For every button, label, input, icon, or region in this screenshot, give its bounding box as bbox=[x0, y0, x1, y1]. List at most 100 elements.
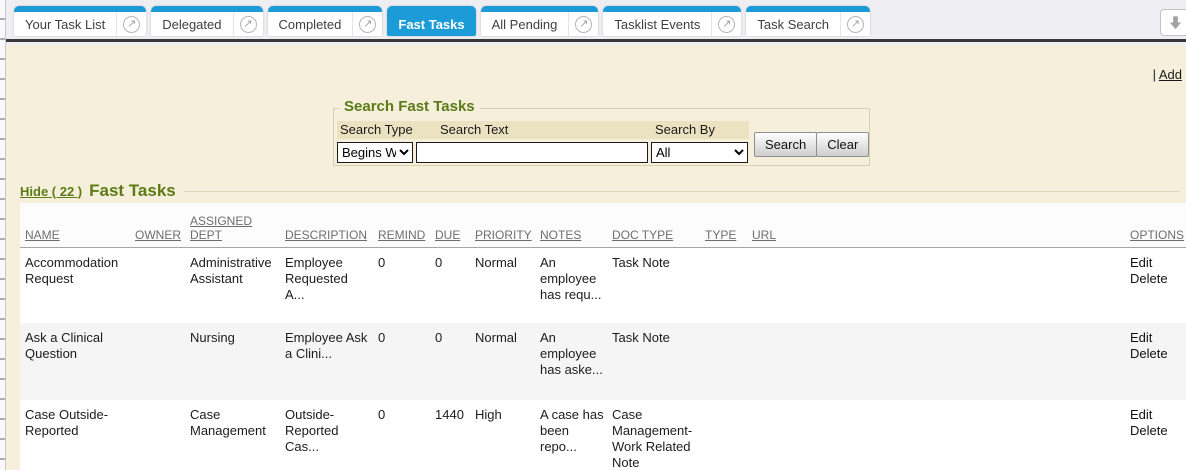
tab-scroll-down-button[interactable] bbox=[1160, 9, 1186, 36]
tab-all-pending[interactable]: All Pending ↗ bbox=[481, 6, 599, 36]
cell-url bbox=[752, 323, 1130, 400]
cell-description: Employee Requested A... bbox=[285, 247, 378, 323]
cell-owner bbox=[135, 323, 190, 400]
table-header-row: NAME OWNER ASSIGNED DEPT DESCRIPTION REM… bbox=[20, 203, 1186, 247]
sort-doc-type[interactable]: DOC TYPE bbox=[612, 228, 673, 242]
clear-button[interactable]: Clear bbox=[816, 132, 869, 157]
cell-owner bbox=[135, 400, 190, 470]
cell-doc-type: Task Note bbox=[612, 323, 705, 400]
cell-options: Edit Delete bbox=[1130, 400, 1186, 470]
cell-description: Employee Ask a Clini... bbox=[285, 323, 378, 400]
table-row: Ask a Clinical Question Nursing Employee… bbox=[20, 323, 1186, 400]
down-arrow-icon bbox=[1168, 15, 1183, 30]
cell-doc-type: Task Note bbox=[612, 247, 705, 323]
external-link-icon: ↗ bbox=[240, 16, 257, 33]
sort-assigned-dept[interactable]: ASSIGNED DEPT bbox=[190, 214, 252, 242]
hide-count-link[interactable]: Hide ( 22 ) bbox=[20, 184, 82, 199]
cell-options: Edit Delete bbox=[1130, 323, 1186, 400]
table-row: Case Outside-Reported Case Management Ou… bbox=[20, 400, 1186, 470]
tab-label: Completed bbox=[268, 12, 353, 36]
search-buttons: Search Clear bbox=[754, 132, 869, 157]
cell-assigned-dept: Nursing bbox=[190, 323, 285, 400]
tab-label: All Pending bbox=[481, 12, 569, 36]
tab-fast-tasks[interactable]: Fast Tasks bbox=[387, 6, 475, 36]
cell-notes: An employee has aske... bbox=[540, 323, 612, 400]
cell-remind: 0 bbox=[378, 323, 435, 400]
sort-url[interactable]: URL bbox=[752, 228, 776, 242]
external-link-icon: ↗ bbox=[847, 16, 864, 33]
cell-url bbox=[752, 247, 1130, 323]
delete-link[interactable]: Delete bbox=[1130, 271, 1178, 287]
cell-priority: Normal bbox=[475, 247, 540, 323]
cell-url bbox=[752, 400, 1130, 470]
tab-task-search[interactable]: Task Search ↗ bbox=[746, 6, 870, 36]
tab-label: Tasklist Events bbox=[603, 12, 711, 36]
tab-popout-button[interactable]: ↗ bbox=[568, 12, 598, 36]
tab-tasklist-events[interactable]: Tasklist Events ↗ bbox=[603, 6, 741, 36]
cell-remind: 0 bbox=[378, 247, 435, 323]
cell-priority: High bbox=[475, 400, 540, 470]
cell-type bbox=[705, 323, 752, 400]
sort-description[interactable]: DESCRIPTION bbox=[285, 228, 367, 242]
cell-due: 0 bbox=[435, 247, 475, 323]
table-row: Accommodation Request Administrative Ass… bbox=[20, 247, 1186, 323]
search-button[interactable]: Search bbox=[754, 132, 817, 157]
cell-due: 1440 bbox=[435, 400, 475, 470]
sort-owner[interactable]: OWNER bbox=[135, 228, 181, 242]
cell-name: Accommodation Request bbox=[20, 247, 135, 323]
sort-priority[interactable]: PRIORITY bbox=[475, 228, 532, 242]
tab-delegated[interactable]: Delegated ↗ bbox=[151, 6, 262, 36]
tab-popout-button[interactable]: ↗ bbox=[840, 12, 870, 36]
sort-due[interactable]: DUE bbox=[435, 228, 460, 242]
search-box-title: Search Fast Tasks bbox=[339, 98, 480, 115]
tab-completed[interactable]: Completed ↗ bbox=[268, 6, 383, 36]
edit-link[interactable]: Edit bbox=[1130, 407, 1178, 423]
edit-link[interactable]: Edit bbox=[1130, 330, 1178, 346]
search-text-input[interactable] bbox=[416, 142, 648, 163]
delete-link[interactable]: Delete bbox=[1130, 423, 1178, 439]
tab-label: Task Search bbox=[746, 12, 840, 36]
cell-options: Edit Delete bbox=[1130, 247, 1186, 323]
cell-name: Case Outside-Reported bbox=[20, 400, 135, 470]
search-by-select[interactable]: All bbox=[651, 142, 748, 163]
tab-popout-button[interactable]: ↗ bbox=[233, 12, 263, 36]
cell-assigned-dept: Administrative Assistant bbox=[190, 247, 285, 323]
list-title: Fast Tasks bbox=[89, 181, 176, 201]
cell-notes: An employee has requ... bbox=[540, 247, 612, 323]
search-type-label: Search Type bbox=[340, 122, 413, 137]
tab-popout-button[interactable]: ↗ bbox=[711, 12, 741, 36]
cell-remind: 0 bbox=[378, 400, 435, 470]
heading-rule bbox=[184, 191, 1180, 192]
cell-description: Outside-Reported Cas... bbox=[285, 400, 378, 470]
cell-assigned-dept: Case Management bbox=[190, 400, 285, 470]
external-link-icon: ↗ bbox=[718, 16, 735, 33]
tab-your-task-list[interactable]: Your Task List ↗ bbox=[14, 6, 146, 36]
external-link-icon: ↗ bbox=[123, 16, 140, 33]
search-type-select[interactable]: Begins With bbox=[337, 142, 413, 163]
tab-popout-button[interactable]: ↗ bbox=[116, 12, 146, 36]
sort-remind[interactable]: REMIND bbox=[378, 228, 425, 242]
sort-options[interactable]: OPTIONS bbox=[1130, 228, 1184, 242]
cell-owner bbox=[135, 247, 190, 323]
cell-name: Ask a Clinical Question bbox=[20, 323, 135, 400]
panel-splitter[interactable] bbox=[0, 0, 6, 470]
sort-name[interactable]: NAME bbox=[25, 228, 60, 242]
cell-priority: Normal bbox=[475, 323, 540, 400]
add-link[interactable]: Add bbox=[1159, 67, 1182, 82]
search-text-label: Search Text bbox=[440, 122, 508, 137]
cell-due: 0 bbox=[435, 323, 475, 400]
fast-tasks-heading: Hide ( 22 ) Fast Tasks bbox=[20, 181, 1180, 201]
tab-strip: Your Task List ↗ Delegated ↗ Completed ↗… bbox=[6, 0, 1186, 36]
cell-doc-type: Case Management-Work Related Note bbox=[612, 400, 705, 470]
tab-bar: Your Task List ↗ Delegated ↗ Completed ↗… bbox=[6, 0, 1186, 42]
sort-notes[interactable]: NOTES bbox=[540, 228, 581, 242]
fast-tasks-panel: | Add Search Fast Tasks Search Type Sear… bbox=[6, 45, 1186, 470]
tab-label: Your Task List bbox=[14, 12, 116, 36]
search-fast-tasks-box: Search Fast Tasks Search Type Search Tex… bbox=[333, 108, 870, 166]
tab-popout-button[interactable]: ↗ bbox=[352, 12, 382, 36]
search-labels-strip: Search Type Search Text Search By bbox=[337, 121, 749, 139]
sort-type[interactable]: TYPE bbox=[705, 228, 736, 242]
edit-link[interactable]: Edit bbox=[1130, 255, 1178, 271]
delete-link[interactable]: Delete bbox=[1130, 346, 1178, 362]
fast-tasks-table-container: NAME OWNER ASSIGNED DEPT DESCRIPTION REM… bbox=[20, 203, 1186, 470]
